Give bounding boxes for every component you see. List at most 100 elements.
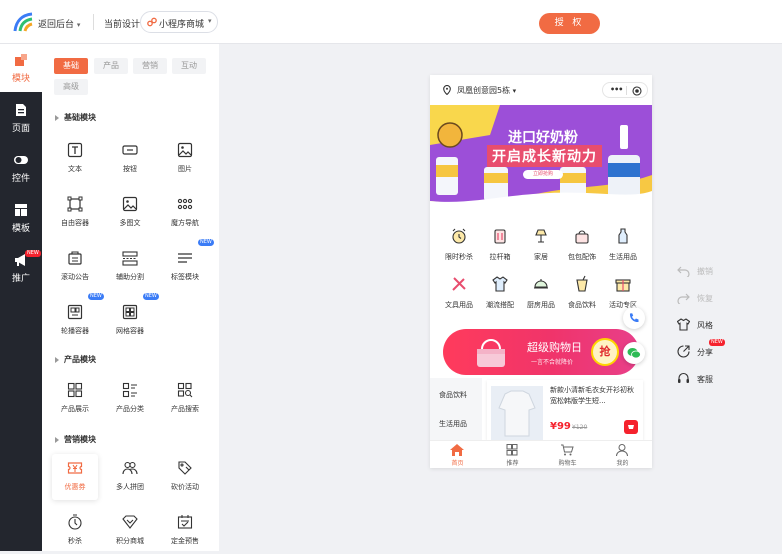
section-title-text: 产品模块	[64, 355, 96, 364]
section-title-text: 营销模块	[64, 435, 96, 444]
miniprogram-capsule[interactable]: •••	[602, 82, 648, 98]
left-rail: 模块 页面 控件 模板 NEW 推广	[0, 44, 42, 551]
divider-icon	[122, 251, 138, 266]
module-bargain[interactable]: 砍价活动	[162, 454, 208, 500]
module-group-buy[interactable]: 多人拼团	[107, 454, 153, 500]
module-image[interactable]: 图片	[162, 136, 208, 182]
close-target-icon	[632, 86, 642, 96]
carousel-icon	[67, 304, 83, 320]
back-to-admin-button[interactable]: 返回后台 ▾	[38, 17, 80, 30]
new-badge: NEW	[143, 293, 159, 300]
banner-buy-button[interactable]: 立即抢购	[523, 170, 563, 179]
call-button[interactable]	[623, 307, 645, 329]
module-tag[interactable]: NEW 标签模块	[162, 239, 214, 290]
rail-item-label: 推广	[11, 274, 30, 284]
product-old-price: ¥120	[572, 424, 588, 431]
module-multi-image-text[interactable]: 多图文	[107, 190, 153, 236]
module-label: 多人拼团	[116, 483, 144, 491]
tab-mine[interactable]: 我的	[595, 441, 650, 468]
module-label: 多图文	[119, 219, 141, 227]
phone-call-icon	[629, 313, 639, 323]
drink-icon	[576, 275, 588, 292]
handbag-image	[477, 339, 505, 367]
chevron-down-icon: ▾	[76, 21, 81, 29]
module-presale[interactable]: 定金预售	[162, 508, 208, 554]
rail-item-controls[interactable]: 控件	[0, 144, 42, 192]
module-product-display[interactable]: 产品展示	[52, 376, 98, 422]
module-label: 文本	[68, 165, 82, 173]
design-selector[interactable]: 小程序商城 ▾	[140, 11, 218, 33]
nav-bags[interactable]: 包包配饰	[560, 227, 604, 271]
button-icon	[122, 145, 138, 155]
wechat-button[interactable]	[623, 342, 645, 364]
nav-flash-sale[interactable]: 限时秒杀	[437, 227, 481, 271]
rail-item-template[interactable]: 模板	[0, 194, 42, 242]
tab-advanced[interactable]: 高级	[54, 79, 88, 95]
module-coupon[interactable]: 优惠券	[52, 454, 98, 500]
miniprogram-icon	[147, 17, 157, 27]
module-button[interactable]: 按钮	[107, 136, 153, 182]
rail-item-page[interactable]: 页面	[0, 94, 42, 142]
tab-interaction[interactable]: 互动	[172, 58, 206, 74]
authorize-button[interactable]: 授 权	[539, 13, 600, 34]
puzzle-icon	[15, 54, 27, 66]
module-carousel[interactable]: NEW 轮播容器	[52, 293, 104, 344]
rail-item-label: 模板	[11, 224, 30, 234]
promo-subtitle: 一言不合就降价	[531, 359, 574, 366]
module-notice[interactable]: 滚动公告	[52, 244, 98, 290]
coupon-icon	[67, 462, 83, 474]
category-column: 食品饮料 生活用品	[430, 378, 482, 440]
lamp-icon	[535, 229, 547, 243]
module-cube-nav[interactable]: 魔方导航	[162, 190, 208, 236]
shirt-icon	[492, 276, 508, 292]
tab-home[interactable]: 首页	[430, 441, 485, 468]
nav-stationery[interactable]: 文具用品	[437, 275, 481, 319]
location-text: 凤凰创意园5栋	[457, 86, 511, 95]
module-flash-sale[interactable]: 秒杀	[52, 508, 98, 554]
nav-home-decor[interactable]: 家居	[519, 227, 563, 271]
tab-basic[interactable]: 基础	[54, 58, 88, 74]
location-selector[interactable]: 凤凰创意园5栋 ▾	[457, 85, 516, 96]
module-product-category[interactable]: 产品分类	[107, 376, 153, 422]
new-badge: NEW	[25, 250, 41, 257]
nav-fashion[interactable]: 潮流搭配	[478, 275, 522, 319]
module-free-container[interactable]: 自由容器	[52, 190, 98, 236]
tab-marketing[interactable]: 营销	[133, 58, 167, 74]
rail-item-label: 控件	[11, 174, 30, 184]
nav-daily-goods[interactable]: 生活用品	[601, 227, 645, 271]
gift-icon	[615, 279, 631, 292]
design-selector-value: 小程序商城	[159, 20, 205, 30]
promo-banner[interactable]: 超级购物日 一言不合就降价 抢	[443, 329, 639, 375]
module-divider[interactable]: 辅助分割	[107, 244, 153, 290]
side-tool-label: 风格	[697, 321, 713, 330]
module-grid-container[interactable]: NEW 网格容器	[107, 293, 159, 344]
category-item[interactable]: 食品饮料	[439, 390, 467, 400]
product-card[interactable]: 新款小清新毛衣女开衫初秋宽松韩版学生短... ¥99 ¥120	[487, 380, 643, 440]
rail-item-modules[interactable]: 模块	[0, 44, 42, 92]
nav-food-drink[interactable]: 食品饮料	[560, 275, 604, 319]
tab-product[interactable]: 产品	[94, 58, 128, 74]
nav-kitchen[interactable]: 厨房用品	[519, 275, 563, 319]
cloche-icon	[534, 279, 548, 289]
tab-label: 推荐	[506, 460, 519, 467]
add-to-cart-button[interactable]	[624, 420, 638, 434]
module-points-mall[interactable]: 积分商城	[107, 508, 153, 554]
module-label: 积分商城	[116, 537, 144, 545]
category-item[interactable]: 生活用品	[439, 419, 467, 429]
nav-suitcase[interactable]: 拉杆箱	[478, 227, 522, 271]
module-label: 网格容器	[116, 327, 144, 335]
bag-icon	[575, 230, 589, 244]
tab-recommend[interactable]: 推荐	[485, 441, 540, 468]
hero-banner[interactable]: 进口好奶粉 开启成长新动力 立即抢购	[430, 105, 652, 211]
side-tool-label: 客服	[697, 375, 713, 384]
tab-cart[interactable]: 购物车	[540, 441, 595, 468]
grab-button[interactable]: 抢	[591, 338, 619, 366]
module-text[interactable]: 文本	[52, 136, 98, 182]
module-label: 辅助分割	[116, 273, 144, 281]
rail-item-promote[interactable]: NEW 推广	[0, 244, 42, 292]
section-title-basic: 基础模块	[55, 112, 96, 123]
cart-icon	[628, 425, 634, 429]
module-product-search[interactable]: 产品搜索	[162, 376, 208, 422]
caret-icon	[55, 437, 59, 443]
bottle-icon	[618, 228, 628, 244]
